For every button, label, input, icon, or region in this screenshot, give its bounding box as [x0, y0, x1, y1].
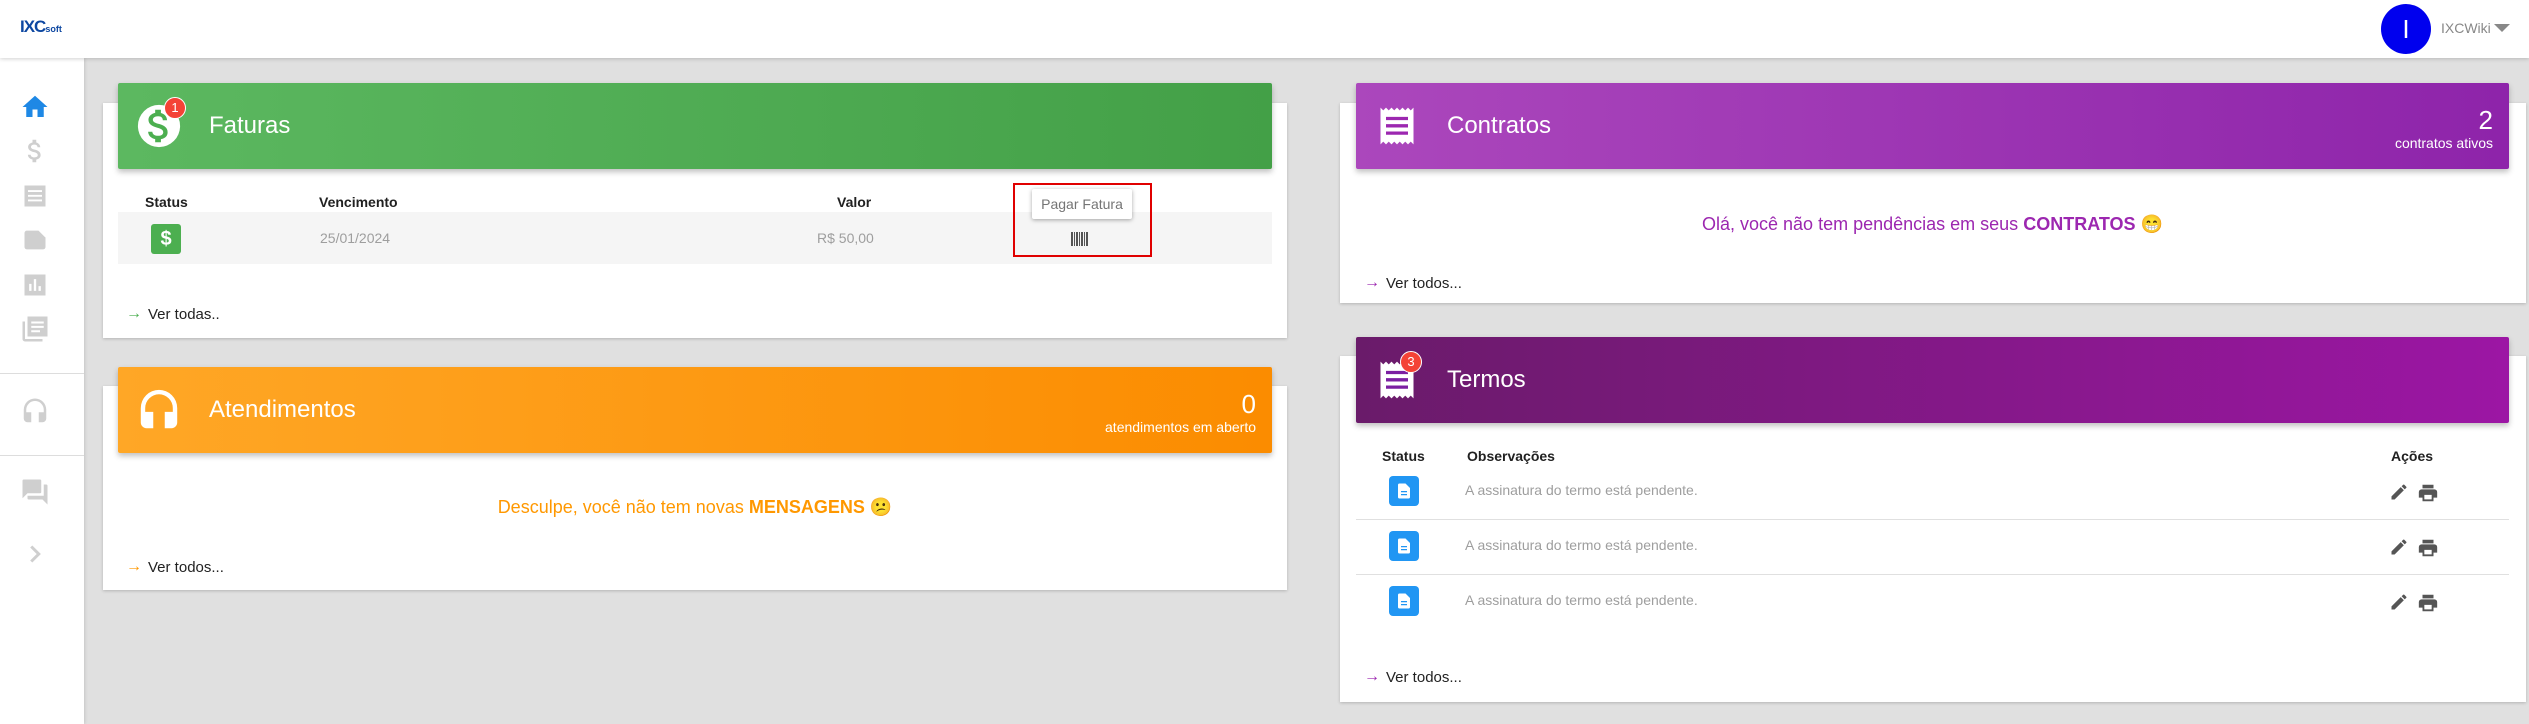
caret-down-icon[interactable]: [2494, 24, 2510, 32]
atendimentos-count-label: atendimentos em aberto: [1105, 419, 1256, 435]
fatura-status-dollar-icon: $: [151, 224, 181, 254]
termos-see-all-link[interactable]: → Ver todos...: [1364, 668, 1462, 686]
faturas-see-all-link[interactable]: → Ver todas..: [126, 305, 220, 323]
atendimentos-message-bold: MENSAGENS: [748, 497, 865, 517]
termos-title: Termos: [1447, 366, 1526, 393]
atendimentos-title: Atendimentos: [209, 396, 356, 423]
print-icon[interactable]: [2417, 537, 2438, 557]
logo-text: IXC: [20, 17, 46, 36]
contratos-count-label: contratos ativos: [2394, 135, 2493, 151]
library-icon[interactable]: [18, 312, 52, 346]
home-icon[interactable]: [18, 90, 52, 124]
contratos-count: 2: [2478, 105, 2493, 135]
arrow-right-icon: →: [1364, 274, 1380, 291]
user-avatar[interactable]: I: [2381, 4, 2431, 54]
atendimentos-header: Atendimentos 0 atendimentos em aberto: [118, 367, 1272, 453]
ixcsoft-logo[interactable]: IXCsoft: [20, 17, 62, 37]
print-icon[interactable]: [2417, 592, 2438, 612]
contratos-message: Olá, você não tem pendências em seus CON…: [1356, 214, 2509, 235]
termos-header: 3 Termos: [1356, 337, 2509, 423]
termos-col-observacoes: Observações: [1467, 448, 1555, 464]
edit-icon[interactable]: [2389, 592, 2409, 612]
contratos-message-bold: CONTRATOS: [2023, 214, 2136, 234]
edit-icon[interactable]: [2389, 537, 2409, 557]
contratos-title: Contratos: [1447, 112, 1552, 139]
contratos-see-all-label: Ver todos...: [1386, 274, 1462, 292]
headset-icon: [134, 385, 184, 435]
fatura-vencimento: 25/01/2024: [320, 230, 391, 246]
grin-emoji: 😁: [2140, 214, 2163, 234]
atendimentos-message-text: Desculpe, você não tem novas: [497, 497, 744, 517]
faturas-col-status: Status: [145, 194, 188, 210]
arrow-right-icon: →: [126, 305, 142, 322]
edit-icon[interactable]: [2389, 482, 2409, 502]
confused-emoji: 😕: [869, 497, 893, 517]
faturas-header: 1 Faturas: [118, 83, 1272, 169]
barcode-icon[interactable]: [1071, 232, 1088, 246]
document-icon[interactable]: [1389, 476, 1419, 506]
label-icon[interactable]: [18, 223, 52, 257]
atendimentos-see-all-link[interactable]: → Ver todos...: [126, 558, 224, 576]
faturas-col-vencimento: Vencimento: [319, 194, 398, 210]
contratos-see-all-link[interactable]: → Ver todos...: [1364, 274, 1462, 292]
termos-see-all-label: Ver todos...: [1386, 668, 1462, 686]
forum-icon[interactable]: [18, 475, 52, 509]
list-icon[interactable]: [18, 179, 52, 213]
logo-suffix: soft: [45, 24, 62, 34]
termo-observacao: A assinatura do termo está pendente.: [1465, 537, 1698, 553]
contratos-message-text: Olá, você não tem pendências em seus: [1702, 214, 2019, 234]
bar-chart-icon[interactable]: [18, 268, 52, 302]
sidebar: [0, 58, 84, 724]
faturas-see-all-label: Ver todas..: [148, 305, 220, 323]
contratos-header: Contratos 2 contratos ativos: [1356, 83, 2509, 169]
atendimentos-see-all-label: Ver todos...: [148, 558, 224, 576]
termo-observacao: A assinatura do termo está pendente.: [1465, 482, 1698, 498]
faturas-title: Faturas: [209, 112, 291, 139]
termo-observacao: A assinatura do termo está pendente.: [1465, 592, 1698, 608]
arrow-right-icon: →: [126, 558, 142, 575]
receipt-icon: [1372, 101, 1422, 151]
top-bar: IXCsoft I IXCWiki: [0, 0, 2529, 58]
headset-icon[interactable]: [18, 394, 52, 428]
fatura-valor: R$ 50,00: [817, 230, 874, 246]
document-icon[interactable]: [1389, 586, 1419, 616]
document-icon[interactable]: [1389, 531, 1419, 561]
print-icon[interactable]: [2417, 482, 2438, 502]
arrow-right-icon: →: [1364, 668, 1380, 685]
username-label[interactable]: IXCWiki: [2441, 20, 2491, 36]
faturas-badge: 1: [164, 97, 186, 119]
termos-badge: 3: [1400, 351, 1422, 373]
atendimentos-message: Desculpe, você não tem novas MENSAGENS 😕: [118, 497, 1272, 518]
pagar-fatura-tooltip: Pagar Fatura: [1032, 189, 1132, 219]
termos-col-acoes: Ações: [2391, 448, 2434, 464]
faturas-col-valor: Valor: [837, 194, 872, 210]
dollar-icon[interactable]: [18, 134, 52, 168]
termos-col-status: Status: [1382, 448, 1425, 464]
atendimentos-count: 0: [1241, 389, 1256, 419]
chevron-right-icon[interactable]: [18, 537, 52, 571]
